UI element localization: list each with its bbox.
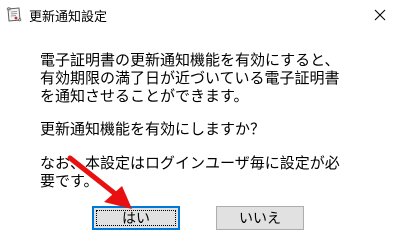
title-bar[interactable]: 更新通知設定 <box>0 0 400 30</box>
close-button[interactable] <box>360 0 400 30</box>
close-icon <box>374 9 386 21</box>
message-line-2: 有効期限の満了日が近づいている電子証明書 <box>40 69 340 87</box>
note-line-2: 要です。 <box>40 172 99 190</box>
message-line-3: を通知させることができます。 <box>40 87 249 105</box>
dialog-content: 電子証明書の更新通知機能を有効にすると、 有効期限の満了日が近づいている電子証明… <box>0 30 400 250</box>
question-text: 更新通知機能を有効にしますか？ <box>40 120 266 138</box>
certificate-scroll-icon <box>4 5 24 25</box>
focus-ring <box>96 210 176 226</box>
no-button[interactable]: いいえ <box>216 206 304 230</box>
message-line-1: 電子証明書の更新通知機能を有効にすると、 <box>40 51 340 69</box>
window-title: 更新通知設定 <box>29 10 108 25</box>
no-button-label: いいえ <box>239 211 281 227</box>
note-line-1: なお、本設定はログインユーザ毎に設定が必 <box>40 154 340 172</box>
dialog-window: 更新通知設定 電子証明書の更新通知機能を有効にすると、 有効期限の満了日が近づい… <box>0 0 400 250</box>
yes-button[interactable]: はい <box>92 206 180 230</box>
